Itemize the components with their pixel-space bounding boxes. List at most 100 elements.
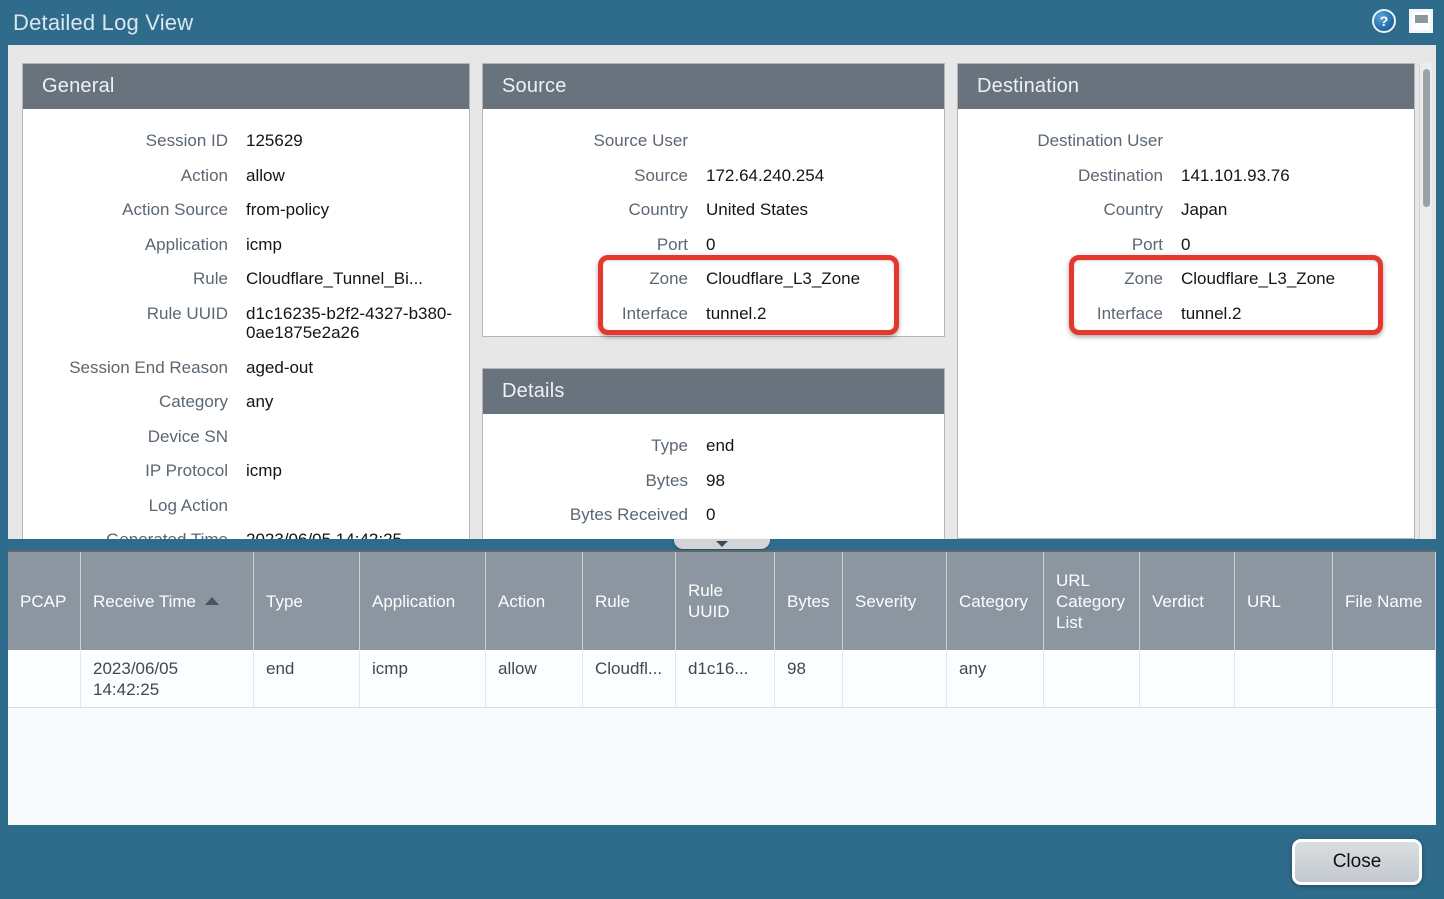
field-row-interface: Interface tunnel.2 — [958, 296, 1414, 331]
column-header-label: Application — [372, 591, 455, 612]
field-label: Type — [483, 436, 688, 456]
field-row-port: Port0 — [958, 227, 1414, 262]
column-header-label: Type — [266, 591, 303, 612]
column-header-label: Bytes — [787, 591, 830, 612]
field-value: 141.101.93.76 — [1181, 166, 1400, 186]
column-header-label: URL — [1247, 591, 1281, 612]
splitter — [8, 539, 1436, 550]
field-value: aged-out — [246, 358, 455, 378]
panels-scrollbar-thumb[interactable] — [1423, 69, 1430, 207]
field-value: Cloudflare_L3_Zone — [1181, 269, 1400, 289]
column-header-category[interactable]: Category — [947, 552, 1044, 650]
field-label: Rule UUID — [23, 304, 228, 324]
field-label: Bytes — [483, 471, 688, 491]
field-row-destination-user: Destination User — [958, 123, 1414, 158]
cell-verdict — [1140, 650, 1235, 707]
destination-panel-header: Destination — [958, 64, 1414, 109]
field-value: 0 — [706, 505, 930, 525]
field-value: 98 — [706, 471, 930, 491]
destination-panel: Destination Destination User Destination… — [957, 63, 1415, 539]
field-row-country: CountryUnited States — [483, 192, 944, 227]
cell-type: end — [254, 650, 360, 707]
column-header-severity[interactable]: Severity — [843, 552, 947, 650]
splitter-handle[interactable] — [674, 539, 770, 549]
field-value: tunnel.2 — [1181, 304, 1400, 324]
field-row-category: Categoryany — [23, 384, 469, 419]
panels-scrollbar[interactable] — [1419, 63, 1432, 539]
field-row-rule-uuid: Rule UUID d1c16235-b2f2-4327-b380-0ae1875… — [23, 296, 469, 350]
column-header-receive-time[interactable]: Receive Time — [81, 552, 254, 650]
field-row-log-action: Log Action — [23, 488, 469, 523]
column-header-label: Category — [959, 591, 1028, 612]
field-value: 125629 — [246, 131, 455, 151]
field-value: icmp — [246, 235, 455, 255]
general-panel: General Session ID125629 Actionallow Act… — [22, 63, 470, 539]
cell-action: allow — [486, 650, 583, 707]
column-header-action[interactable]: Action — [486, 552, 583, 650]
field-value: United States — [706, 200, 930, 220]
general-panel-body: Session ID125629 Actionallow Action Sour… — [23, 109, 469, 539]
destination-panel-body: Destination User Destination141.101.93.7… — [958, 109, 1414, 330]
field-row-source: Source172.64.240.254 — [483, 158, 944, 193]
panel-title: Details — [502, 380, 565, 403]
field-value: allow — [246, 166, 455, 186]
field-label: Rule — [23, 269, 228, 289]
column-header-rule[interactable]: Rule — [583, 552, 676, 650]
column-header-label: File Name — [1345, 591, 1422, 612]
column-header-url[interactable]: URL — [1235, 552, 1333, 650]
field-row-rule: Rule Cloudflare_Tunnel_Bi... — [23, 261, 469, 296]
field-label: Destination User — [958, 131, 1163, 151]
field-label: Interface — [958, 304, 1163, 324]
page-title: Detailed Log View — [13, 10, 193, 36]
column-header-type[interactable]: Type — [254, 552, 360, 650]
column-header-rule-uuid[interactable]: Rule UUID — [676, 552, 775, 650]
field-row-device-sn: Device SN — [23, 419, 469, 454]
cell-severity — [843, 650, 947, 707]
cell-rule: Cloudfl... — [583, 650, 676, 707]
field-row-action-source: Action Sourcefrom-policy — [23, 192, 469, 227]
field-label: Country — [958, 200, 1163, 220]
column-header-label: Action — [498, 591, 545, 612]
field-value: from-policy — [246, 200, 455, 220]
field-value: d1c16235-b2f2-4327-b380-0ae1875e2a26 — [246, 304, 455, 343]
column-header-verdict[interactable]: Verdict — [1140, 552, 1235, 650]
column-header-url-category-list[interactable]: URL Category List — [1044, 552, 1140, 650]
panel-title: General — [42, 75, 115, 98]
cell-application: icmp — [360, 650, 486, 707]
column-header-application[interactable]: Application — [360, 552, 486, 650]
table-row[interactable]: 2023/06/05 14:42:25 end icmp allow Cloud… — [8, 650, 1436, 708]
close-button[interactable]: Close — [1292, 839, 1422, 885]
cell-receive-time: 2023/06/05 14:42:25 — [81, 650, 254, 707]
general-panel-header: General — [23, 64, 469, 109]
field-row-bytes: Bytes 98 — [483, 463, 944, 498]
column-header-bytes[interactable]: Bytes — [775, 552, 843, 650]
cell-url — [1235, 650, 1333, 707]
details-panel-body: Typeend Bytes98 Bytes Received0 — [483, 414, 944, 532]
log-table: PCAP Receive Time Type Application Actio… — [8, 550, 1436, 825]
field-value: icmp — [246, 461, 455, 481]
log-detail-panels: General Session ID125629 Actionallow Act… — [8, 45, 1436, 539]
field-row-session-id: Session ID125629 — [23, 123, 469, 158]
field-row-source-user: Source User — [483, 123, 944, 158]
source-panel-body: Source User Source172.64.240.254 Country… — [483, 109, 944, 330]
cell-category: any — [947, 650, 1044, 707]
field-value: Japan — [1181, 200, 1400, 220]
field-row-interface: Interfacetunnel.2 — [483, 296, 944, 331]
field-label: Bytes Received — [483, 505, 688, 525]
field-row-session-end-reason: Session End Reasonaged-out — [23, 350, 469, 385]
cell-rule-uuid: d1c16... — [676, 650, 775, 707]
column-header-file-name[interactable]: File Name — [1333, 552, 1436, 650]
field-row-country: Country Japan — [958, 192, 1414, 227]
cell-url-category-list — [1044, 650, 1140, 707]
help-icon[interactable]: ? — [1372, 9, 1396, 33]
field-label: Interface — [483, 304, 688, 324]
field-label: Log Action — [23, 496, 228, 516]
field-value: 2023/06/05 14:42:25 — [246, 530, 455, 539]
panel-title: Source — [502, 75, 567, 98]
panel-title: Destination — [977, 75, 1079, 98]
window-popout-icon[interactable] — [1409, 9, 1433, 33]
field-row-zone: ZoneCloudflare_L3_Zone — [958, 261, 1414, 296]
field-value: Cloudflare_Tunnel_Bi... — [246, 269, 455, 289]
column-header-pcap[interactable]: PCAP — [8, 552, 81, 650]
column-header-label: Rule — [595, 591, 630, 612]
